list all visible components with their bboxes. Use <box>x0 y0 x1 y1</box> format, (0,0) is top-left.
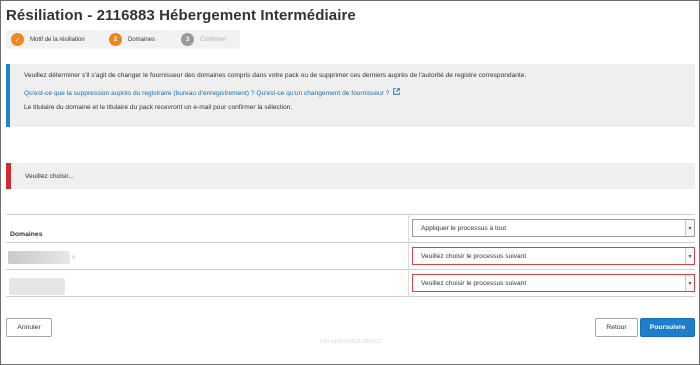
chevron-down-icon: ▾ <box>685 220 694 236</box>
redacted-domain: o <box>8 251 75 264</box>
step-motif[interactable]: ✓ Motif de la résiliation <box>6 30 105 49</box>
footer-info-id: Info cdx53959161960412 <box>319 339 383 345</box>
progress-stepper: ✓ Motif de la résiliation 2 Domaines 3 C… <box>6 30 240 49</box>
info-box: Veuillez déterminer s'il s'agit de chang… <box>6 64 695 127</box>
table-row: Veuillez choisir le processus suivant ▾ <box>6 270 695 297</box>
redacted-domain <box>9 278 65 295</box>
page-title: Résiliation - 2116883 Hébergement Interm… <box>6 7 356 24</box>
step-label: Domaines <box>128 36 156 43</box>
domains-column-header: Domaines <box>10 231 43 238</box>
app-window: Résiliation - 2116883 Hébergement Interm… <box>0 0 700 365</box>
continue-button[interactable]: Poursuivre <box>640 318 695 337</box>
warning-text: Veuillez choisir... <box>25 173 74 180</box>
step-label: Confirmer <box>200 36 227 43</box>
step-confirmer: 3 Confirmer <box>170 30 240 49</box>
external-link-icon[interactable] <box>393 87 400 98</box>
process-select-value: Veuillez choisir le processus suivant <box>421 279 527 287</box>
step-number: 3 <box>181 33 194 46</box>
apply-all-select[interactable]: Appliquer le processus à tout ▾ <box>412 219 695 237</box>
info-text: Veuillez déterminer s'il s'agit de chang… <box>24 72 527 79</box>
domains-table: Domaines Appliquer le processus à tout ▾… <box>6 214 695 297</box>
step-label: Motif de la résiliation <box>30 36 85 43</box>
table-header-row: Domaines Appliquer le processus à tout ▾ <box>6 215 695 243</box>
registrar-deletion-link[interactable]: Qu'est-ce que la suppression auprès du r… <box>24 90 255 97</box>
warning-box: Veuillez choisir... <box>6 163 695 189</box>
process-select[interactable]: Veuillez choisir le processus suivant ▾ <box>412 247 695 265</box>
apply-all-value: Appliquer le processus à tout <box>421 224 507 232</box>
process-select[interactable]: Veuillez choisir le processus suivant ▾ <box>412 274 695 292</box>
step-number: 2 <box>109 33 122 46</box>
back-button[interactable]: Retour <box>595 318 638 337</box>
step-domaines[interactable]: 2 Domaines <box>98 30 177 49</box>
provider-change-link[interactable]: Qu'est-ce qu'un changement de fournisseu… <box>256 90 389 97</box>
check-icon: ✓ <box>11 33 24 46</box>
chevron-down-icon: ▾ <box>685 248 694 264</box>
cancel-button[interactable]: Annuler <box>6 318 52 337</box>
process-select-value: Veuillez choisir le processus suivant <box>421 252 527 260</box>
table-row: o Veuillez choisir le processus suivant … <box>6 243 695 270</box>
info-email-notice: Le titulaire du domaine et le titulaire … <box>24 104 293 112</box>
chevron-down-icon: ▾ <box>685 275 694 291</box>
